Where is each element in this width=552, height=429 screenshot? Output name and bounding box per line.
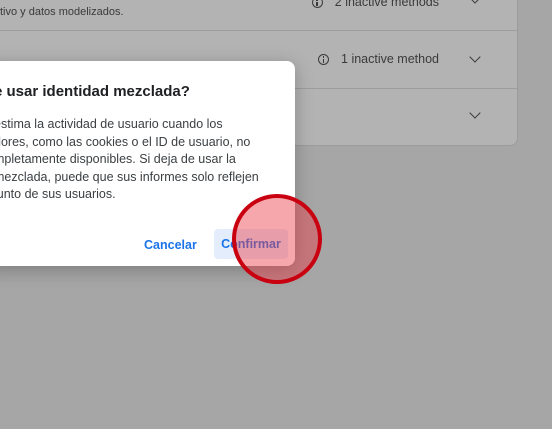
cancel-button[interactable]: Cancelar xyxy=(138,231,203,259)
dialog-body-line: mezclada, puede que sus informes solo re… xyxy=(0,169,259,184)
method-row-1[interactable]: tivo y datos modelizados. 2 inactive met… xyxy=(0,0,517,30)
chevron-down-icon[interactable] xyxy=(469,0,481,4)
inactive-methods-indicator: 2 inactive methods xyxy=(311,0,439,9)
inactive-methods-label: 1 inactive method xyxy=(341,52,439,66)
chevron-down-icon[interactable] xyxy=(469,107,481,119)
dialog-body-line: mpletamente disponibles. Si deja de usar… xyxy=(0,152,236,166)
dialog-title: e usar identidad mezclada? xyxy=(0,83,190,100)
dialog-body-line: estima la actividad de usuario cuando lo… xyxy=(0,117,223,131)
click-indicator xyxy=(232,194,322,284)
inactive-methods-label: 2 inactive methods xyxy=(334,0,439,9)
dialog-body-line: dores, como las cookies o el ID de usuar… xyxy=(0,134,251,149)
info-icon xyxy=(311,0,323,8)
info-icon xyxy=(318,53,330,65)
chevron-down-icon[interactable] xyxy=(469,51,481,63)
dialog-body: estima la actividad de usuario cuando lo… xyxy=(0,116,294,204)
dialog-body-line: junto de sus usuarios. xyxy=(0,187,116,201)
method-row-subtitle: tivo y datos modelizados. xyxy=(0,6,124,18)
inactive-methods-indicator: 1 inactive method xyxy=(318,52,439,66)
